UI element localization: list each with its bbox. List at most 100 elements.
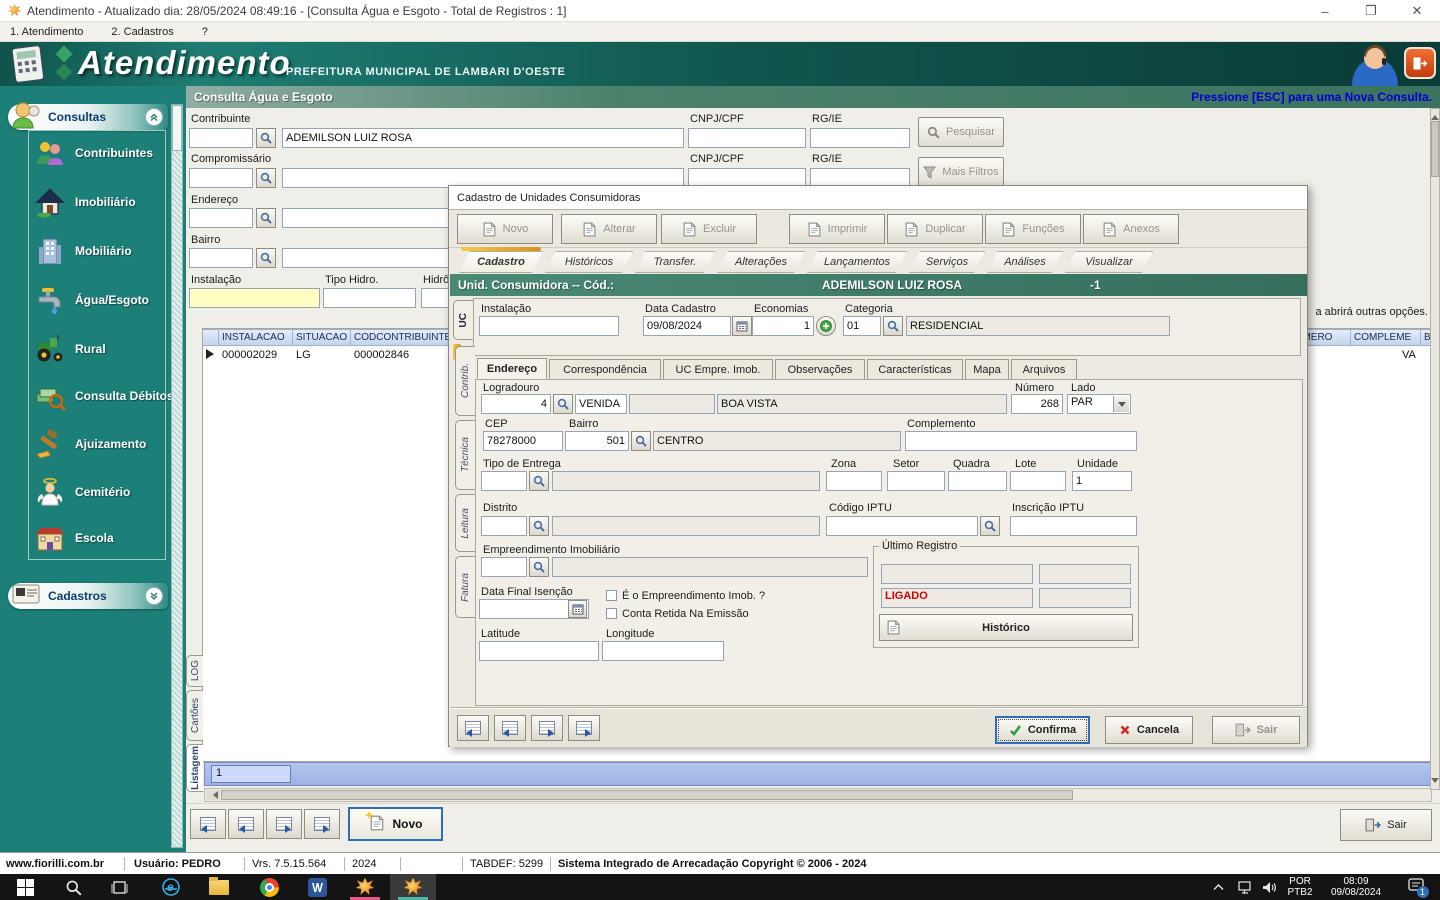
tab-transfer[interactable]: Transfer.: [635, 251, 715, 273]
lote-input[interactable]: [1010, 471, 1066, 491]
toolbar-imprimir-button[interactable]: Imprimir: [789, 214, 885, 244]
record-next-button[interactable]: [266, 809, 302, 839]
fiorilli-app-icon[interactable]: [342, 874, 388, 900]
historico-button[interactable]: Histórico: [879, 614, 1133, 641]
tipo-entrega-desc-input[interactable]: [552, 471, 820, 491]
record-first-button[interactable]: [190, 809, 226, 839]
chevron-down-icon[interactable]: [145, 587, 163, 605]
tipo-hidro-input[interactable]: [323, 288, 416, 308]
vertical-scrollbar[interactable]: [1430, 108, 1440, 790]
codigo-iptu-input[interactable]: [826, 516, 978, 536]
tab-alteracoes[interactable]: Alterações: [717, 251, 805, 273]
logradouro-tipo-input[interactable]: [575, 394, 627, 414]
rg-input[interactable]: [810, 128, 910, 148]
ultimo-registro-field1[interactable]: [881, 564, 1033, 584]
banner-exit-button[interactable]: [1404, 47, 1436, 79]
setor-input[interactable]: [887, 471, 945, 491]
sidebar-scrollbar[interactable]: [171, 104, 183, 848]
bairro-code-input[interactable]: [189, 248, 253, 268]
toolbar-anexos-button[interactable]: Anexos: [1083, 214, 1179, 244]
cell-situacao[interactable]: LG: [293, 347, 351, 363]
horizontal-scrollbar-thumb[interactable]: [221, 790, 1073, 800]
data-cadastro-calendar-button[interactable]: [732, 316, 752, 336]
maximize-button[interactable]: ❐: [1348, 0, 1394, 22]
toolbar-excluir-button[interactable]: Excluir: [661, 214, 757, 244]
tab-lancamentos[interactable]: Lançamentos: [807, 251, 907, 273]
dlg-record-last-button[interactable]: [568, 715, 600, 741]
tab-mapa[interactable]: Mapa: [965, 359, 1009, 380]
scroll-up-icon[interactable]: [1431, 111, 1439, 120]
tab-visualizar[interactable]: Visualizar: [1065, 251, 1153, 273]
chevron-up-icon[interactable]: [145, 108, 163, 126]
ultimo-registro-field2[interactable]: [1039, 564, 1131, 584]
longitude-input[interactable]: [602, 641, 724, 661]
cnpj-input[interactable]: [688, 128, 806, 148]
toolbar-novo-button[interactable]: Novo: [457, 214, 553, 244]
instalacao-input[interactable]: [189, 288, 320, 308]
novo-button[interactable]: Novo: [348, 807, 443, 841]
logradouro-nome-input[interactable]: [717, 394, 1007, 414]
lado-select[interactable]: PAR: [1067, 394, 1131, 414]
pesquisar-button[interactable]: Pesquisar: [918, 117, 1004, 147]
close-button[interactable]: ✕: [1394, 0, 1440, 22]
tab-contrib[interactable]: Contrib.: [455, 346, 475, 416]
tab-correspondencia[interactable]: Correspondência: [549, 359, 661, 380]
bairro-search-button[interactable]: [256, 248, 276, 268]
listagem-summary-row[interactable]: 1: [204, 762, 1432, 786]
categoria-desc-input[interactable]: [906, 316, 1170, 336]
zona-input[interactable]: [826, 471, 882, 491]
economias-add-button[interactable]: [816, 316, 836, 336]
task-view-button[interactable]: [96, 874, 142, 900]
ultimo-registro-field3[interactable]: [1039, 588, 1131, 608]
menu-atendimento[interactable]: 1. Atendimento: [10, 26, 83, 38]
tab-leitura[interactable]: Leitura: [455, 494, 475, 552]
categoria-search-button[interactable]: [883, 316, 903, 336]
tab-listagem[interactable]: Listagem: [186, 744, 203, 792]
dlg-record-first-button[interactable]: [457, 715, 489, 741]
endereco-search-button[interactable]: [256, 208, 276, 228]
notification-center-button[interactable]: 1: [1396, 874, 1436, 900]
sidebar-item-imobiliario[interactable]: Imobiliário: [34, 183, 164, 221]
sidebar-section-cadastros[interactable]: Cadastros: [8, 583, 168, 609]
menu-help[interactable]: ?: [202, 26, 208, 38]
sidebar-section-consultas[interactable]: Consultas: [8, 104, 168, 130]
dropdown-arrow-icon[interactable]: [1113, 396, 1129, 412]
quadra-input[interactable]: [948, 471, 1007, 491]
endereco-code-input[interactable]: [189, 208, 253, 228]
tab-fatura[interactable]: Fatura: [455, 556, 475, 618]
cep-input[interactable]: [483, 431, 563, 451]
start-button[interactable]: [2, 874, 48, 900]
logradouro-search-button[interactable]: [553, 394, 573, 414]
tab-caracteristicas[interactable]: Características: [867, 359, 963, 380]
tab-observacoes[interactable]: Observações: [775, 359, 865, 380]
tab-arquivos[interactable]: Arquivos: [1011, 359, 1077, 380]
logradouro-code-input[interactable]: [481, 394, 551, 414]
mais-filtros-button[interactable]: Mais Filtros: [918, 157, 1004, 187]
numero-input[interactable]: [1011, 394, 1063, 414]
taskbar-search-button[interactable]: [50, 874, 96, 900]
tab-cadastro[interactable]: Cadastro: [459, 251, 543, 273]
tab-endereco[interactable]: Endereço: [477, 358, 547, 379]
horizontal-scrollbar[interactable]: [204, 788, 1432, 802]
internet-explorer-icon[interactable]: e: [148, 874, 194, 900]
dlg-bairro-search-button[interactable]: [631, 431, 651, 451]
network-icon[interactable]: [1232, 874, 1258, 900]
logradouro-extra-input[interactable]: [629, 394, 715, 414]
scroll-down-icon[interactable]: [1431, 778, 1439, 787]
data-cadastro-input[interactable]: [643, 316, 731, 336]
scroll-left-icon[interactable]: [206, 790, 220, 800]
tab-analises[interactable]: Análises: [987, 251, 1063, 273]
empreendimento-code-input[interactable]: [481, 557, 527, 577]
sidebar-item-cemiterio[interactable]: Cemitério: [34, 473, 164, 511]
dlg-record-prev-button[interactable]: [494, 715, 526, 741]
compromissario-code-input[interactable]: [189, 168, 253, 188]
inscricao-iptu-input[interactable]: [1010, 516, 1137, 536]
menu-cadastros[interactable]: 2. Cadastros: [111, 26, 173, 38]
confirma-button[interactable]: Confirma: [995, 716, 1090, 744]
empreendimento-checkbox[interactable]: [606, 590, 617, 601]
iptu-search-button[interactable]: [980, 516, 1000, 536]
fiorilli-app-active-icon[interactable]: [390, 874, 436, 900]
tab-uc-empre-imob[interactable]: UC Empre. Imob.: [663, 359, 773, 380]
sidebar-item-escola[interactable]: Escola: [34, 519, 164, 557]
tab-uc[interactable]: UC: [453, 300, 473, 340]
